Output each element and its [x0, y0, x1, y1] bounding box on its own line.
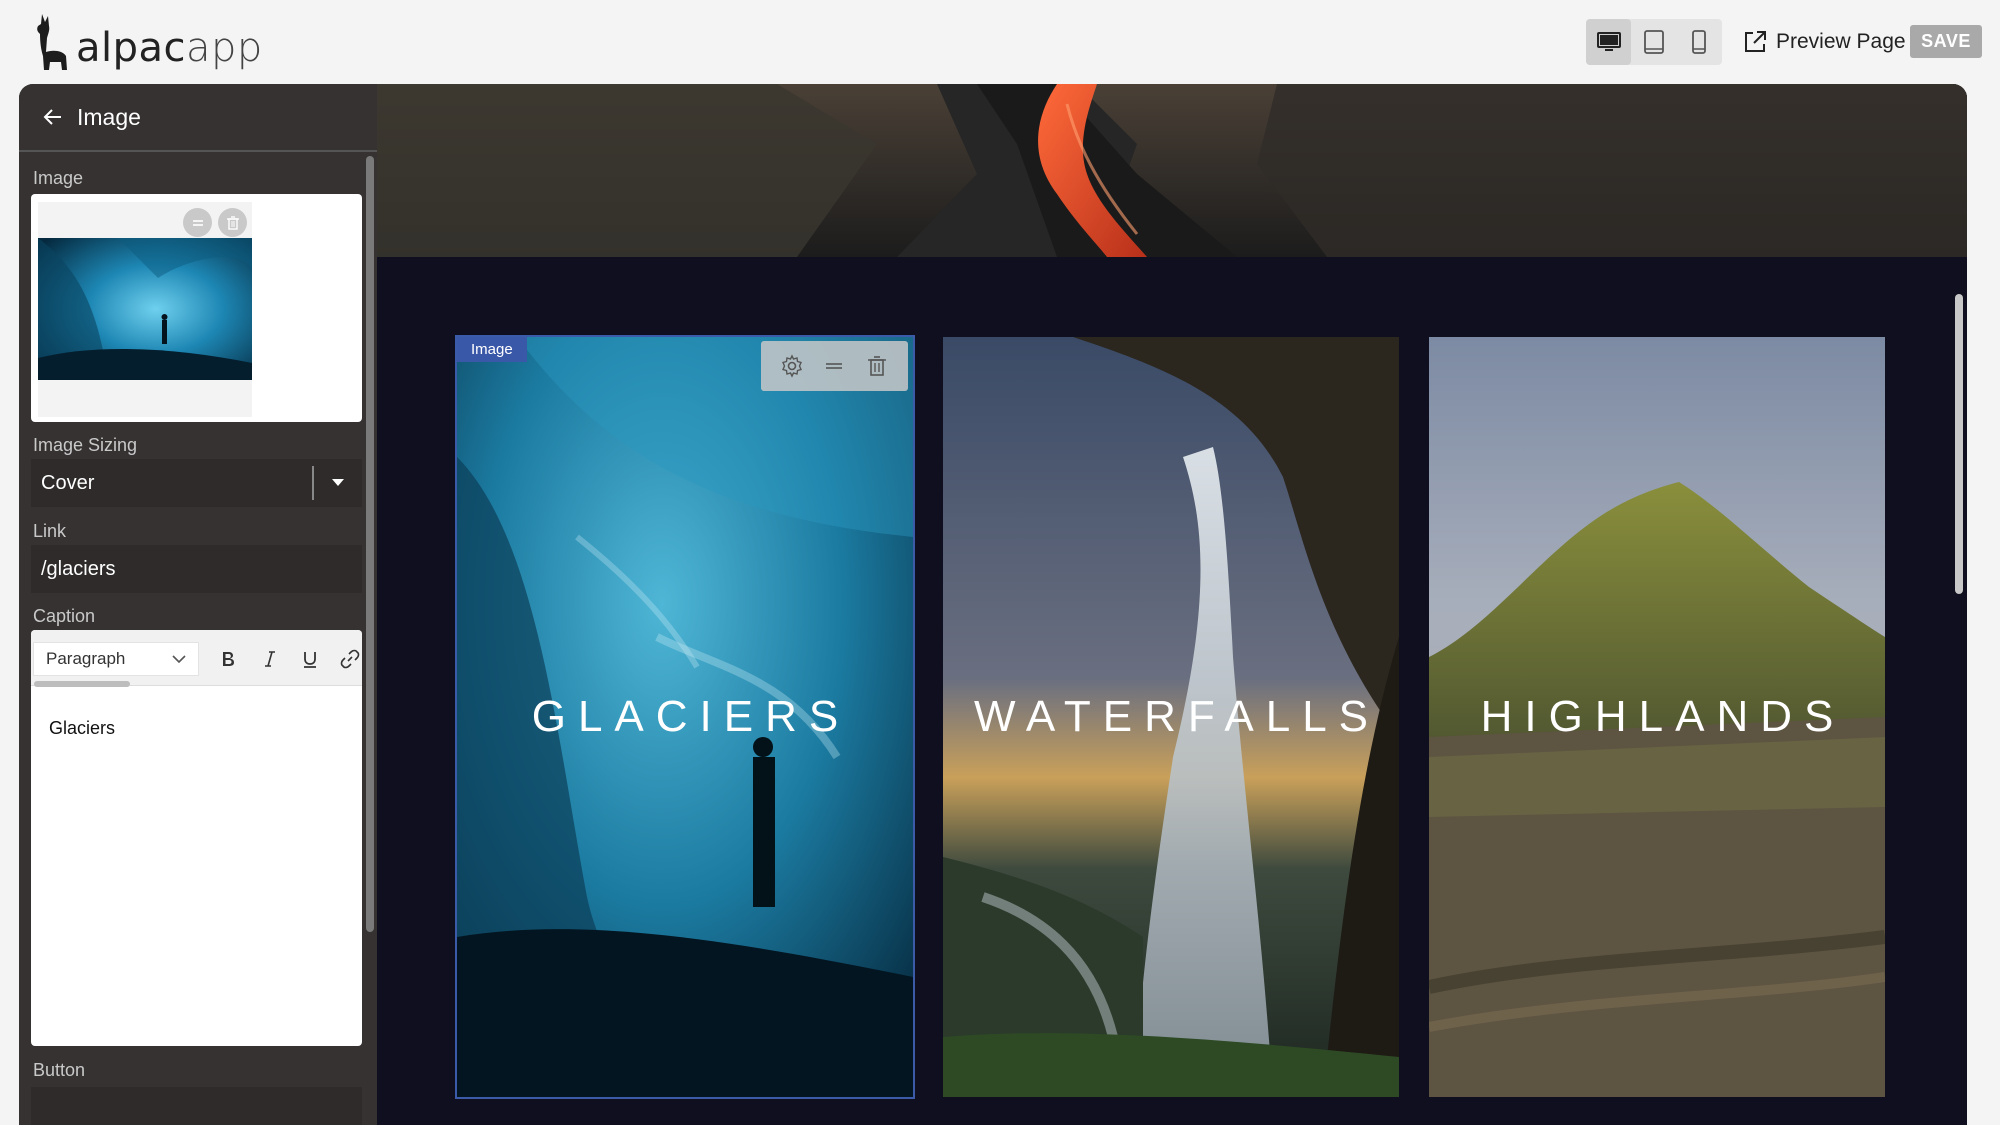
- underline-button[interactable]: [295, 644, 325, 674]
- selected-block-tag: Image: [457, 337, 527, 362]
- back-arrow-icon[interactable]: [41, 105, 65, 129]
- paragraph-format-value: Paragraph: [46, 649, 126, 668]
- caption-label: Caption: [33, 606, 96, 626]
- block-delete-button[interactable]: [862, 351, 892, 381]
- hero-image[interactable]: [377, 84, 1967, 257]
- delete-image-button[interactable]: [218, 208, 247, 237]
- card-title: GLACIERS: [531, 692, 851, 741]
- desktop-view-button[interactable]: [1586, 19, 1631, 65]
- editor-toolbar: Paragraph: [31, 630, 362, 687]
- image-card-glaciers[interactable]: GLACIERS Image: [455, 335, 915, 1099]
- drag-handle-icon: [192, 219, 203, 226]
- image-sizing-value: Cover: [41, 471, 95, 494]
- image-card-highlands[interactable]: HIGHLANDS: [1429, 337, 1885, 1097]
- block-move-button[interactable]: [819, 351, 849, 381]
- link-icon: [340, 649, 360, 669]
- chevron-down-icon: [172, 655, 186, 663]
- tablet-view-button[interactable]: [1631, 19, 1676, 65]
- caret-down-icon: [314, 479, 362, 487]
- trash-icon: [867, 356, 886, 376]
- top-bar: alpacapp Preview Page SAVE: [0, 0, 2000, 84]
- caption-editor[interactable]: Paragraph Glaciers: [31, 630, 362, 1046]
- button-field[interactable]: [31, 1087, 362, 1125]
- image-cards-section: GLACIERS Image WATERFALLS HIGHLANDS: [377, 257, 1967, 1125]
- image-sizing-label: Image Sizing: [33, 435, 138, 455]
- preview-page-link[interactable]: Preview Page: [1742, 22, 1906, 62]
- brand-name: alpacapp: [76, 25, 263, 71]
- reorder-image-button[interactable]: [183, 208, 212, 237]
- sidebar-title: Image: [77, 103, 141, 130]
- button-label: Button: [33, 1060, 86, 1080]
- trash-icon: [226, 215, 239, 230]
- link-input[interactable]: [31, 545, 362, 593]
- mobile-view-button[interactable]: [1676, 19, 1721, 65]
- bold-icon: [223, 652, 234, 666]
- alpaca-logo-icon: [37, 14, 67, 70]
- sidebar-scrollbar[interactable]: [366, 156, 374, 932]
- underline-icon: [304, 652, 316, 668]
- block-toolbar: [761, 341, 908, 391]
- bold-button[interactable]: [213, 644, 243, 674]
- image-thumbnail: [38, 238, 252, 380]
- desktop-icon: [1596, 32, 1621, 51]
- external-link-icon: [1745, 31, 1766, 52]
- image-picker[interactable]: [31, 194, 362, 422]
- block-settings-button[interactable]: [777, 351, 807, 381]
- card-title: WATERFALLS: [973, 692, 1381, 741]
- settings-sidebar: Image Image Image Sizing Cover Link /gla…: [19, 84, 377, 1125]
- link-label: Link: [33, 521, 67, 541]
- caption-text[interactable]: Glaciers: [49, 718, 115, 739]
- editor-frame: Image Image Image Sizing Cover Link /gla…: [19, 84, 1967, 1125]
- image-label: Image: [33, 168, 84, 188]
- canvas-scrollbar[interactable]: [1955, 294, 1963, 594]
- tablet-icon: [1643, 30, 1664, 54]
- italic-button[interactable]: [255, 644, 285, 674]
- preview-page-label: Preview Page: [1776, 30, 1906, 53]
- page-canvas: GLACIERS Image WATERFALLS HIGHLANDS: [377, 84, 1967, 1125]
- drag-handle-icon: [826, 363, 843, 369]
- italic-icon: [265, 651, 275, 667]
- save-button[interactable]: SAVE: [1910, 25, 1982, 58]
- card-title: HIGHLANDS: [1480, 692, 1846, 741]
- image-card-waterfalls[interactable]: WATERFALLS: [943, 337, 1399, 1097]
- device-switcher: [1586, 19, 1722, 65]
- mobile-icon: [1691, 30, 1706, 54]
- paragraph-format-select[interactable]: Paragraph: [33, 642, 199, 676]
- image-sizing-select[interactable]: Cover: [31, 459, 362, 507]
- sidebar-header: Image: [19, 84, 377, 152]
- app-logo[interactable]: alpacapp: [32, 12, 263, 72]
- gear-icon: [782, 354, 803, 378]
- image-thumbnail-wrap: [38, 202, 252, 417]
- link-button[interactable]: [335, 644, 362, 674]
- toolbar-scrollbar[interactable]: [34, 681, 130, 687]
